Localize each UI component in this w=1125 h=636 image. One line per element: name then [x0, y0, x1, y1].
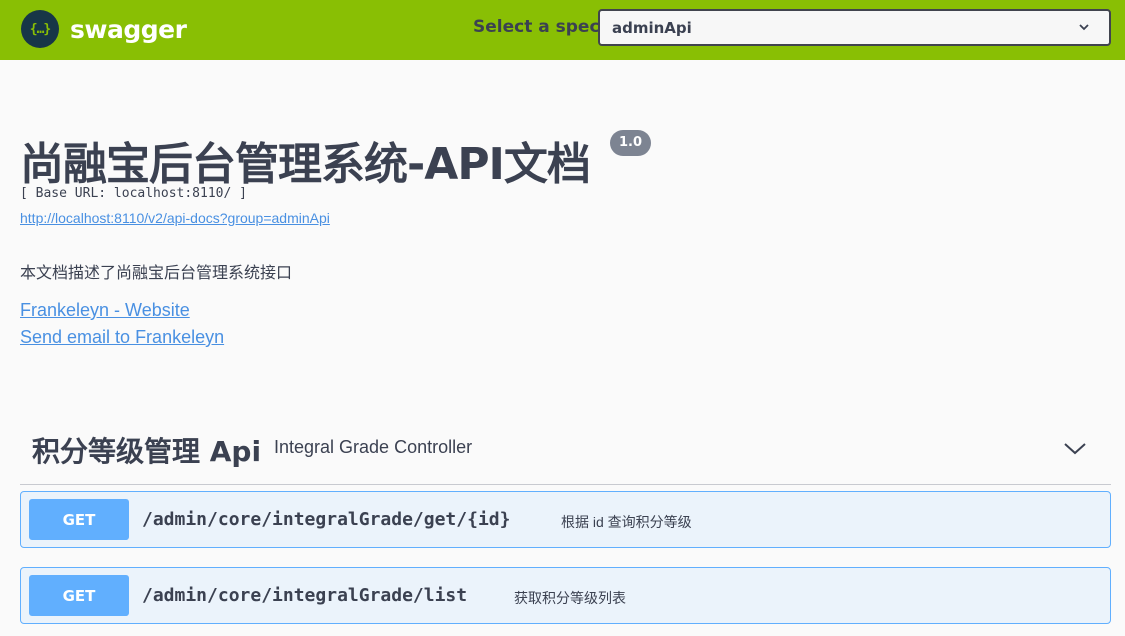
- swagger-logo-icon: {…}: [21, 10, 59, 48]
- version-badge: 1.0: [610, 130, 652, 156]
- spec-select-label: Select a spec: [473, 17, 600, 37]
- operation-summary: 获取积分等级列表: [514, 590, 626, 606]
- contact-website-link[interactable]: Frankeleyn - Website: [20, 300, 190, 321]
- operation-list[interactable]: GET /admin/core/integralGrade/list 获取积分等…: [20, 567, 1111, 624]
- base-url: [ Base URL: localhost:8110/ ]: [20, 186, 247, 201]
- tag-description: Integral Grade Controller: [274, 437, 473, 457]
- page-title: 尚融宝后台管理系统-API文档: [20, 139, 591, 190]
- logo-glyph: {…}: [29, 21, 52, 37]
- api-description: 本文档描述了尚融宝后台管理系统接口: [20, 265, 293, 282]
- spec-select[interactable]: adminApi: [598, 9, 1111, 46]
- operation-summary: 根据 id 查询积分等级: [561, 514, 692, 530]
- swagger-logo[interactable]: {…} swagger: [21, 10, 187, 48]
- logo-text: swagger: [70, 14, 187, 44]
- operation-path: /admin/core/integralGrade/list: [142, 585, 468, 606]
- chevron-down-icon: [1079, 24, 1089, 31]
- method-badge: GET: [29, 499, 129, 540]
- tag-section-header[interactable]: 积分等级管理 Api Integral Grade Controller: [20, 425, 1111, 485]
- operation-get-by-id[interactable]: GET /admin/core/integralGrade/get/{id} 根…: [20, 491, 1111, 548]
- spec-selected-value: adminApi: [612, 18, 692, 37]
- operation-path: /admin/core/integralGrade/get/{id}: [142, 509, 511, 530]
- method-badge: GET: [29, 575, 129, 616]
- tag-name: 积分等级管理 Api: [32, 435, 262, 468]
- chevron-down-icon[interactable]: [1063, 439, 1087, 457]
- topbar: {…} swagger Select a spec adminApi: [0, 0, 1125, 60]
- contact-email-link[interactable]: Send email to Frankeleyn: [20, 327, 224, 348]
- api-docs-link[interactable]: http://localhost:8110/v2/api-docs?group=…: [20, 210, 330, 226]
